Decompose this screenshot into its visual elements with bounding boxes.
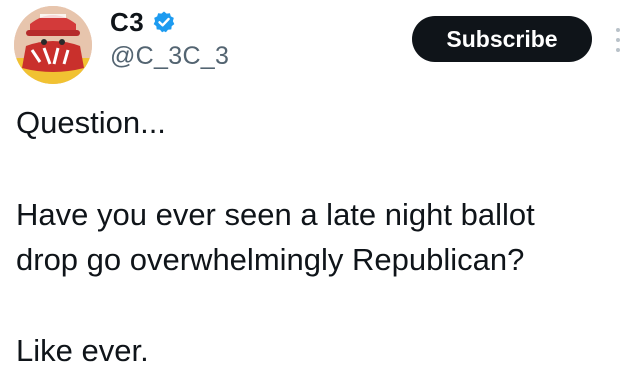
more-dot <box>616 28 620 32</box>
author-avatar[interactable] <box>14 6 92 84</box>
author-handle[interactable]: @C_3C_3 <box>110 42 229 71</box>
subscribe-button[interactable]: Subscribe <box>412 16 592 62</box>
tweet-text-line: Like ever. <box>16 333 149 368</box>
author-display-name[interactable]: C3 <box>110 7 144 38</box>
tweet-text-line: Have you ever seen a late night ballot <box>16 197 535 232</box>
author-name-row[interactable]: C3 <box>110 2 176 42</box>
tweet-text-line: drop go overwhelmingly Republican? <box>16 242 525 277</box>
more-dot <box>616 48 620 52</box>
more-vertical-icon[interactable] <box>608 18 628 62</box>
avatar-image <box>14 6 92 84</box>
verified-badge-icon <box>152 10 176 34</box>
more-dot <box>616 38 620 42</box>
tweet-text-line: Question... <box>16 105 166 140</box>
